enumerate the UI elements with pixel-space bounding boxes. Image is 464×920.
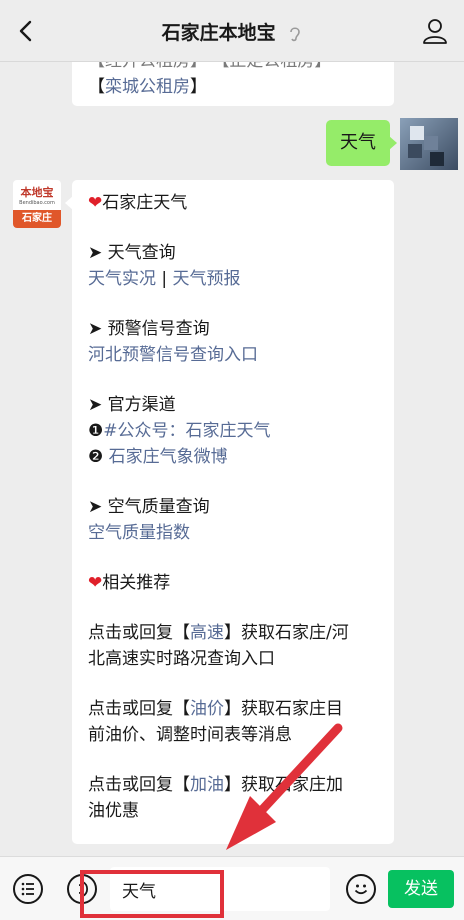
reply-title: ❤石家庄天气: [88, 193, 188, 213]
section-heading: ➤ 官方渠道: [88, 395, 176, 415]
recommendation-line: 点击或回复【加油】获取石家庄加: [88, 775, 343, 795]
earpiece-mode-icon: [290, 26, 301, 41]
recommendation-line: 前油价、调整时间表等消息: [88, 725, 292, 745]
previous-message-line: 【栾城公租房】: [88, 77, 207, 97]
previous-message-bubble: 【经开公租房】 【正定公租房】 【栾城公租房】: [72, 62, 394, 106]
recommendation-line: 北高速实时路况查询入口: [88, 649, 275, 669]
keyword-highway-link[interactable]: 高速: [190, 623, 224, 643]
gongzufang-link[interactable]: 栾城公租房: [105, 77, 190, 97]
arrow-bullet-icon: ➤: [88, 395, 108, 415]
recommendation-line: 点击或回复【油价】获取石家庄目: [88, 699, 343, 719]
keyword-refuel-link[interactable]: 加油: [190, 775, 224, 795]
warning-signal-link[interactable]: 河北预警信号查询入口: [88, 342, 380, 368]
arrow-bullet-icon: ➤: [88, 319, 108, 339]
send-button[interactable]: 发送: [388, 870, 454, 908]
chat-header: 石家庄本地宝: [0, 0, 464, 62]
keyword-oil-price-link[interactable]: 油价: [190, 699, 224, 719]
chat-area[interactable]: 【经开公租房】 【正定公租房】 【栾城公租房】 天气 本地宝 Bendibao.…: [0, 62, 464, 856]
chat-title: 石家庄本地宝: [0, 18, 464, 45]
weibo-link[interactable]: 石家庄气象微博: [109, 447, 228, 467]
heart-icon: ❤: [88, 573, 103, 593]
input-bar: 发送: [0, 856, 464, 920]
my-avatar[interactable]: [400, 118, 458, 170]
heart-icon: ❤: [88, 193, 103, 213]
arrow-bullet-icon: ➤: [88, 243, 108, 263]
bot-reply-bubble: ❤石家庄天气 ➤ 天气查询 天气实况 | 天气预报 ➤ 预警信号查询 河北预警信…: [65, 180, 394, 844]
arrow-bullet-icon: ➤: [88, 497, 108, 517]
previous-message-line: 【经开公租房】 【正定公租房】: [88, 62, 378, 74]
air-quality-link[interactable]: 空气质量指数: [88, 520, 380, 546]
official-account-link[interactable]: #公众号：石家庄天气: [103, 421, 270, 441]
menu-icon[interactable]: [13, 874, 43, 904]
weather-current-link[interactable]: 天气实况: [88, 269, 156, 289]
recommendation-line: 点击或回复【高速】获取石家庄/河: [88, 623, 349, 643]
section-heading: ➤ 预警信号查询: [88, 319, 210, 339]
official-item: ❶#公众号：石家庄天气: [88, 421, 271, 441]
profile-icon[interactable]: [420, 16, 450, 46]
official-item: ❷ 石家庄气象微博: [88, 447, 228, 467]
bot-avatar[interactable]: 本地宝 Bendibao.com 石家庄: [13, 180, 61, 228]
input-highlight-box: [80, 870, 224, 918]
section-heading: ➤ 空气质量查询: [88, 497, 210, 517]
section-heading: ➤ 天气查询: [88, 243, 176, 263]
related-heading: ❤相关推荐: [88, 573, 171, 593]
emoji-icon[interactable]: [346, 874, 376, 904]
weather-links: 天气实况 | 天气预报: [88, 269, 241, 289]
recommendation-line: 油优惠: [88, 801, 139, 821]
user-message-bubble: 天气: [326, 120, 397, 166]
weather-forecast-link[interactable]: 天气预报: [173, 269, 241, 289]
